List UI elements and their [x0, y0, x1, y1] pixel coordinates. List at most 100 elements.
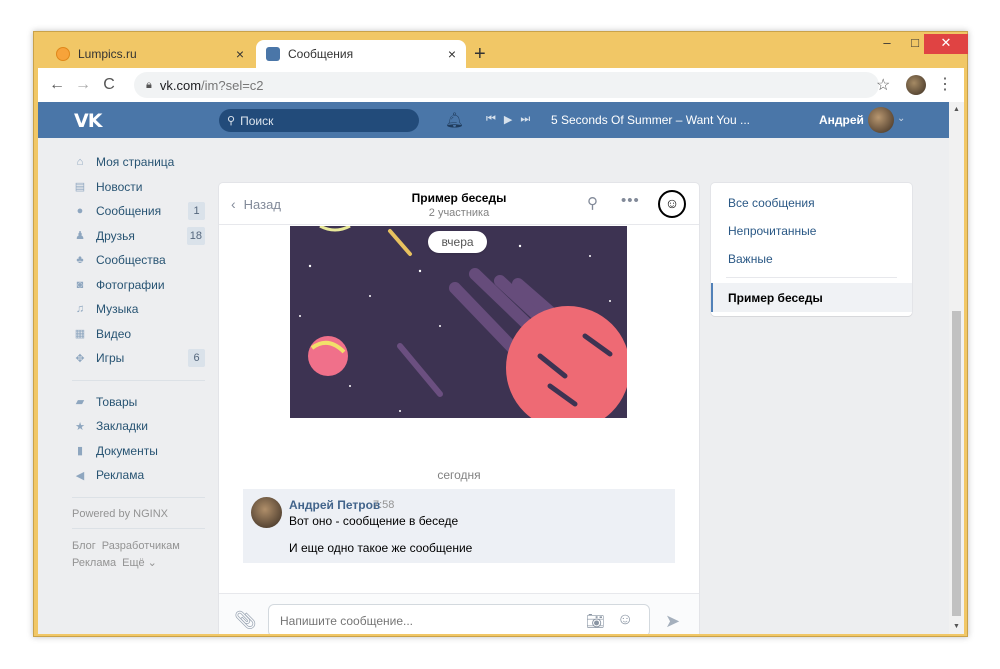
music-icon: ♫ [75, 303, 85, 316]
divider [72, 496, 205, 498]
filter-active-conversation[interactable]: Пример беседы [711, 283, 912, 312]
window-close-button[interactable]: ✕ [924, 34, 968, 54]
sidebar-item-label: Товары [96, 394, 138, 409]
vk-header: VK ⚲ Поиск 🔔︎ ⏮ ▶ ⏭ 5 Seconds Of Summer … [38, 102, 949, 138]
url-path: /im?sel=c2 [201, 77, 264, 93]
sidebar-item-ads[interactable]: ◀ Реклама [72, 463, 205, 488]
news-icon: ▤ [74, 181, 86, 194]
tab-messages[interactable]: Сообщения × [256, 40, 466, 68]
forward-button[interactable]: → [70, 76, 96, 94]
tab-lumpics[interactable]: Lumpics.ru × [46, 40, 254, 68]
sidebar-item-label: Игры [96, 351, 125, 366]
sidebar-item-label: Моя страница [96, 155, 175, 170]
footer-link-more[interactable]: Ещё ⌄ [122, 557, 157, 569]
prev-track-icon[interactable]: ⏮ [486, 113, 496, 126]
chat-panel: ‹ Назад Пример беседы 2 участника ⚲ ••• … [219, 183, 699, 634]
search-placeholder: Поиск [240, 113, 274, 128]
browser-menu-icon[interactable]: ⋮ [937, 74, 953, 94]
sidebar-item-games[interactable]: ✥ Игры 6 [72, 346, 205, 371]
footer-link-ads[interactable]: Реклама [72, 557, 116, 569]
more-icon[interactable]: ••• [621, 192, 640, 209]
close-icon[interactable]: × [448, 46, 456, 62]
browser-toolbar: ← → C 🔒︎ vk.com/im?sel=c2 ☆ ⋮ [38, 68, 964, 102]
next-track-icon[interactable]: ⏭ [520, 113, 530, 126]
browser-window: Lumpics.ru × Сообщения × + – □ ✕ ← → C 🔒… [33, 31, 968, 637]
sidebar-item-documents[interactable]: ▮ Документы [72, 439, 205, 464]
bell-icon[interactable]: 🔔︎ [445, 111, 464, 129]
sidebar-item-communities[interactable]: ♣ Сообщества [72, 248, 205, 273]
message-author[interactable]: Андрей Петров [289, 498, 380, 512]
camera-icon[interactable]: 📷︎ [586, 612, 605, 630]
browser-profile-avatar[interactable] [906, 75, 926, 95]
scroll-up-icon[interactable]: ▲ [953, 106, 960, 113]
address-bar[interactable]: 🔒︎ vk.com/im?sel=c2 [134, 72, 879, 98]
sidebar-item-video[interactable]: ▦ Видео [72, 322, 205, 347]
divider [72, 379, 205, 381]
message-composer: 📎︎ 📷︎ ☺ ➤ [219, 593, 699, 634]
sidebar-item-label: Видео [96, 326, 132, 341]
footer-link-blog[interactable]: Блог [72, 540, 96, 552]
paperclip-icon[interactable]: 📎︎ [234, 610, 257, 631]
filter-all-messages[interactable]: Все сообщения [728, 196, 815, 210]
scrollbar[interactable]: ▲ ▼ [949, 102, 964, 634]
bookmark-star-icon[interactable]: ☆ [876, 75, 890, 95]
search-icon[interactable]: ⚲ [587, 194, 598, 212]
lock-icon: 🔒︎ [146, 78, 152, 91]
sidebar-item-bookmarks[interactable]: ★ Закладки [72, 414, 205, 439]
sidebar-item-news[interactable]: ▤ Новости [72, 175, 205, 200]
chevron-down-icon[interactable]: ⌄ [897, 113, 905, 124]
sidebar-item-label: Сообщения [96, 204, 162, 219]
back-button[interactable]: ← [44, 76, 70, 94]
reload-button[interactable]: C [96, 76, 122, 94]
video-icon: ▦ [74, 328, 86, 341]
sidebar-item-friends[interactable]: ♟ Друзья 18 [72, 224, 205, 249]
new-tab-button[interactable]: + [474, 44, 486, 64]
message-block[interactable]: Андрей Петров 7:58 Вот оно - сообщение в… [243, 489, 675, 563]
user-name[interactable]: Андрей [819, 113, 864, 127]
date-pill: вчера [428, 231, 487, 253]
lumpics-favicon-icon [56, 47, 70, 61]
home-icon: ⌂ [76, 156, 84, 169]
chat-avatar[interactable]: ☺ [658, 190, 686, 218]
day-separator: сегодня [437, 468, 481, 482]
active-conversation-label: Пример беседы [728, 291, 823, 305]
vk-logo[interactable]: VK [74, 110, 102, 132]
track-title[interactable]: 5 Seconds Of Summer – Want You ... [551, 113, 750, 127]
powered-by-text[interactable]: Powered by NGINX [72, 508, 205, 526]
sidebar-item-label: Фотографии [96, 277, 165, 292]
scroll-down-icon[interactable]: ▼ [953, 623, 960, 630]
divider [72, 527, 205, 529]
audio-player: ⏮ ▶ ⏭ [486, 113, 530, 126]
vk-messages-favicon-icon [266, 47, 280, 61]
filter-important[interactable]: Важные [728, 252, 773, 266]
page-viewport: VK ⚲ Поиск 🔔︎ ⏮ ▶ ⏭ 5 Seconds Of Summer … [38, 102, 964, 634]
sidebar-item-music[interactable]: ♫ Музыка [72, 297, 205, 322]
filter-unread[interactable]: Непрочитанные [728, 224, 816, 238]
divider [726, 277, 897, 278]
footer-link-developers[interactable]: Разработчикам [102, 540, 180, 552]
minimize-button[interactable]: – [872, 34, 902, 54]
ads-icon: ◀ [75, 469, 85, 482]
messages-icon: ● [76, 205, 84, 218]
footer-links: Блог Разработчикам Реклама Ещё ⌄ [72, 538, 205, 572]
sidebar-item-goods[interactable]: ▰ Товары [72, 390, 205, 415]
sidebar-item-photos[interactable]: ◙ Фотографии [72, 273, 205, 298]
sidebar-item-messages[interactable]: ● Сообщения 1 [72, 199, 205, 224]
message-text: Вот оно - сообщение в беседе [289, 514, 459, 528]
count-badge: 18 [186, 226, 205, 245]
search-input[interactable]: ⚲ Поиск [219, 109, 419, 132]
emoji-icon[interactable]: ☺ [617, 611, 633, 629]
message-time[interactable]: 7:58 [373, 499, 394, 511]
messages-filter-panel: Все сообщения Непрочитанные Важные Приме… [711, 183, 912, 316]
sidebar-item-label: Друзья [96, 228, 135, 243]
sidebar-item-label: Сообщества [96, 253, 166, 268]
sidebar-item-label: Новости [96, 179, 143, 194]
space-image[interactable] [290, 226, 627, 418]
send-icon[interactable]: ➤ [665, 611, 680, 632]
avatar[interactable] [868, 107, 894, 133]
close-icon[interactable]: × [236, 46, 244, 62]
scroll-thumb[interactable] [952, 311, 961, 616]
sidebar-item-my-page[interactable]: ⌂ Моя страница [72, 150, 205, 175]
play-icon[interactable]: ▶ [504, 113, 512, 126]
avatar[interactable] [251, 497, 282, 528]
